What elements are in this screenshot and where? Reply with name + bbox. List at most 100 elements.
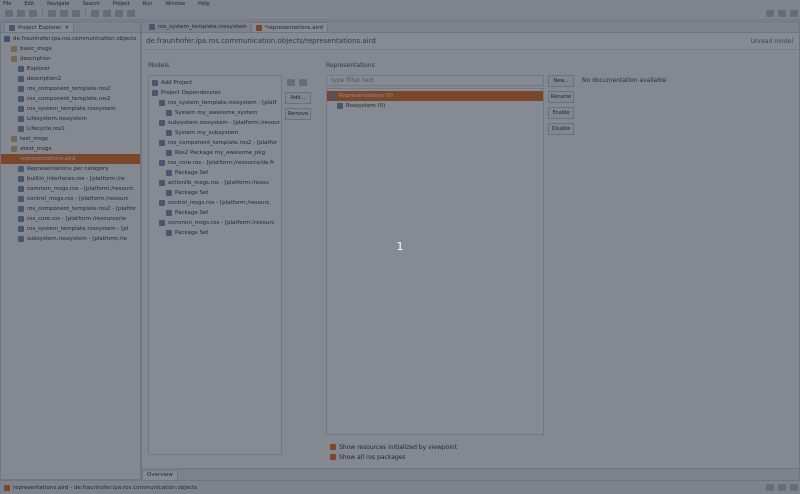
tab-overview[interactable]: Overview — [142, 469, 178, 480]
model-tree-item[interactable]: System my_awesome_system — [149, 108, 281, 118]
project-tree-item[interactable]: ros_system_template.rossystem - [pl — [1, 224, 140, 234]
project-tree-item[interactable]: ros_core.ros - [platform:/resource/re — [1, 214, 140, 224]
checkbox-icon[interactable] — [330, 444, 336, 450]
project-tree-item[interactable]: de.fraunhofer.ipa.ros.communication.obje… — [1, 34, 140, 44]
tree-node-icon — [152, 90, 158, 96]
project-tree-item[interactable]: Representations per category — [1, 164, 140, 174]
filter-input[interactable]: type filter text — [326, 75, 544, 86]
model-tree-item[interactable]: Project Dependencies — [149, 88, 281, 98]
sirius-perspective-icon[interactable] — [790, 9, 798, 17]
representation-tree-item[interactable]: Rossystem (0) — [327, 101, 543, 111]
project-tree-item[interactable]: ros_component_template.ros2 — [1, 84, 140, 94]
project-explorer-tabbar: Project Explorer ✕ — [1, 22, 140, 33]
editor-tab[interactable]: *representations.aird — [250, 22, 328, 32]
unread-model-label: Unread model — [750, 37, 793, 45]
project-tree-item[interactable]: Lifecycle.ros1 — [1, 124, 140, 134]
tree-item-label: System my_awesome_system — [175, 110, 258, 116]
menu-item-run[interactable]: Run — [140, 1, 153, 7]
project-tree-item[interactable]: description2 — [1, 74, 140, 84]
project-tree-item[interactable]: ros_component_template.ros2 - [platfor — [1, 204, 140, 214]
show-all-packages-option[interactable]: Show all ros packages — [330, 452, 457, 462]
forward-icon[interactable] — [127, 9, 135, 17]
menu-item-help[interactable]: Help — [195, 1, 209, 7]
tree-item-label: ros_system_template.rossystem - [platf — [168, 100, 277, 106]
rename-representation-button[interactable]: Rename — [548, 91, 574, 103]
tab-project-explorer[interactable]: Project Explorer ✕ — [4, 22, 75, 32]
new-icon[interactable] — [5, 9, 13, 17]
project-tree-item[interactable]: builtin_interfaces.ros - [platform:/re — [1, 174, 140, 184]
disable-viewpoint-button[interactable]: Disable — [548, 123, 574, 135]
model-tree-item[interactable]: Ros2 Package my_awesome_pkg — [149, 148, 281, 158]
save-all-icon[interactable] — [29, 9, 37, 17]
project-tree-item[interactable]: control_msgs.ros - [platform:/resourc — [1, 194, 140, 204]
project-tree-item[interactable]: xtext_msgs — [1, 144, 140, 154]
model-tree-item[interactable]: Package Set — [149, 188, 281, 198]
quick-access-search-icon[interactable] — [766, 9, 774, 17]
editor-tab[interactable]: ros_system_template.rossystem — [145, 22, 251, 32]
menu-bar: File Edit Navigate Search Project Run Window He… — [0, 0, 800, 7]
tab-label: Project Explorer — [18, 24, 62, 31]
option-label: Show all ros packages — [339, 453, 406, 461]
model-tree-item[interactable]: ros_component_template.ros2 - [platfor — [149, 138, 281, 148]
heap-icon[interactable] — [766, 484, 774, 491]
tree-node-icon — [11, 146, 17, 152]
model-tree-item[interactable]: Package Set — [149, 228, 281, 238]
project-tree-item[interactable]: Explorer — [1, 64, 140, 74]
menu-item-search[interactable]: Search — [80, 1, 100, 7]
main-toolbar — [0, 7, 800, 20]
toolbar-separator — [85, 9, 86, 17]
project-tree-item[interactable]: representations.aird — [1, 154, 140, 164]
project-tree-item[interactable]: Lifesystem.rossystem — [1, 114, 140, 124]
back-icon[interactable] — [115, 9, 123, 17]
menu-item-navigate[interactable]: Navigate — [44, 1, 69, 7]
project-tree-item[interactable]: basic_msgs — [1, 44, 140, 54]
project-tree-item[interactable]: test_msgs — [1, 134, 140, 144]
tree-item-label: Project Dependencies — [161, 90, 221, 96]
perspective-icon[interactable] — [778, 9, 786, 17]
expand-icon[interactable] — [299, 79, 307, 86]
model-tree-item[interactable]: Package Set — [149, 168, 281, 178]
debug-icon[interactable] — [48, 9, 56, 17]
model-tree-item[interactable]: Package Set — [149, 208, 281, 218]
model-tree-item[interactable]: ros_core.ros - [platform:/resource/de.fr — [149, 158, 281, 168]
tree-node-icon — [11, 136, 17, 142]
run-icon[interactable] — [60, 9, 68, 17]
model-tree-item[interactable]: common_msgs.ros - [platform:/resourc — [149, 218, 281, 228]
close-icon[interactable]: ✕ — [64, 25, 69, 31]
project-tree-item[interactable]: ros_system_template.rossystem — [1, 104, 140, 114]
model-tree-item[interactable]: System my_subsystem — [149, 128, 281, 138]
status-bar: representations.aird - de.fraunhofer.ipa… — [0, 480, 800, 494]
model-tree-item[interactable]: control_msgs.ros - [platform:/resourc — [149, 198, 281, 208]
open-type-icon[interactable] — [103, 9, 111, 17]
tree-node-icon — [166, 230, 172, 236]
show-initialized-resources-option[interactable]: Show resources initialized by viewpoint — [330, 442, 457, 452]
model-tree-item[interactable]: actionlib_msgs.ros - [platform:/resou — [149, 178, 281, 188]
search-icon[interactable] — [91, 9, 99, 17]
project-tree-item[interactable]: description — [1, 54, 140, 64]
notifications-icon[interactable] — [790, 484, 798, 491]
menu-item-file[interactable]: File — [0, 1, 11, 7]
menu-item-edit[interactable]: Edit — [21, 1, 34, 7]
new-representation-button[interactable]: New... — [548, 75, 574, 87]
tree-node-icon — [166, 210, 172, 216]
menu-item-project[interactable]: Project — [110, 1, 130, 7]
tree-node-icon — [18, 96, 24, 102]
add-model-button[interactable]: Add... — [285, 92, 311, 104]
external-tools-icon[interactable] — [72, 9, 80, 17]
checkbox-icon[interactable] — [330, 454, 336, 460]
project-tree-item[interactable]: common_msgs.ros - [platform:/resourc — [1, 184, 140, 194]
save-icon[interactable] — [17, 9, 25, 17]
representation-tree-item[interactable]: Representations (0) — [327, 91, 543, 101]
remove-model-button[interactable]: Remove — [285, 108, 311, 120]
model-tree-item[interactable]: ros_system_template.rossystem - [platf — [149, 98, 281, 108]
project-tree-item[interactable]: subsystem.rossystem - [platform:/re — [1, 234, 140, 244]
step-marker: 1 — [396, 240, 404, 253]
enable-viewpoint-button[interactable]: Enable — [548, 107, 574, 119]
menu-item-window[interactable]: Window — [162, 1, 185, 7]
model-tree-item[interactable]: Add Project — [149, 78, 281, 88]
tree-node-icon — [11, 56, 17, 62]
project-tree-item[interactable]: ros_component_template.ros2 — [1, 94, 140, 104]
collapse-icon[interactable] — [287, 79, 295, 86]
model-tree-item[interactable]: subsystem.rossystem - [platform:/resour — [149, 118, 281, 128]
progress-icon[interactable] — [778, 484, 786, 491]
